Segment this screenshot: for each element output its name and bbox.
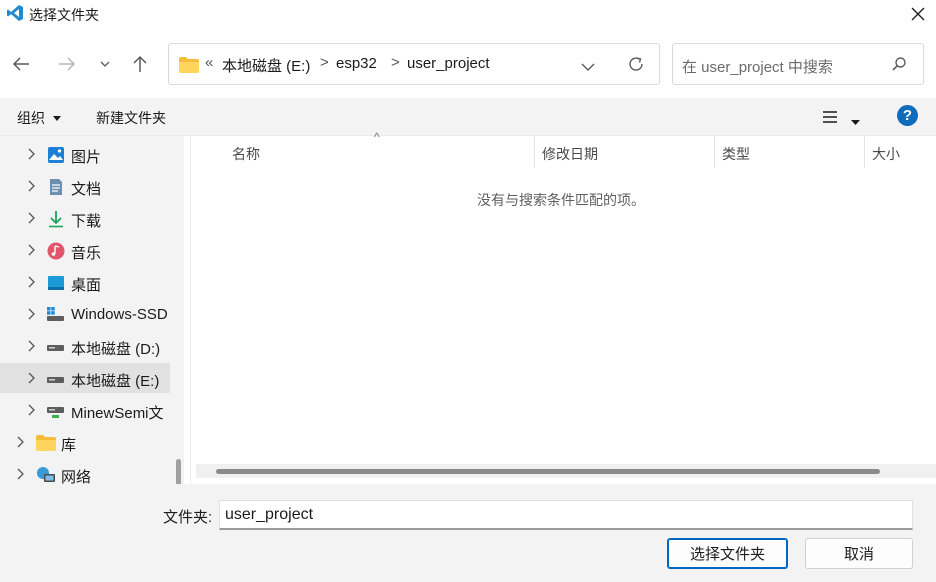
up-button[interactable] [128, 50, 152, 78]
folder-icon [179, 57, 199, 76]
horizontal-scrollbar[interactable] [196, 464, 936, 478]
view-dropdown-caret-icon[interactable] [851, 113, 860, 129]
sidebar-item-music[interactable]: 音乐 [0, 235, 170, 265]
library-folder-icon [36, 435, 56, 451]
overflow-chevron[interactable]: « [205, 54, 213, 71]
column-header-size[interactable]: 大小 [872, 144, 900, 164]
arrow-left-icon [12, 57, 29, 71]
sidebar-item-drive-d[interactable]: 本地磁盘 (D:) [0, 331, 170, 361]
chevron-right-icon[interactable] [26, 371, 36, 385]
back-button[interactable] [9, 50, 33, 78]
window-title: 选择文件夹 [29, 7, 99, 23]
sidebar-item-label: Windows-SSD [71, 306, 168, 323]
sidebar-item-documents[interactable]: 文档 [0, 171, 170, 201]
music-icon [47, 242, 65, 260]
chevron-right-icon[interactable] [15, 467, 25, 481]
sidebar-item-label: 库 [61, 437, 77, 454]
cancel-button[interactable]: 取消 [805, 538, 913, 569]
column-divider[interactable] [714, 136, 715, 168]
chevron-right-icon[interactable] [15, 435, 25, 449]
sidebar-item-pictures[interactable]: 图片 [0, 139, 170, 169]
dialog-footer: 文件夹: 选择文件夹 取消 [0, 484, 936, 582]
address-bar[interactable]: « 本地磁盘 (E:) > esp32 > user_project [168, 43, 660, 85]
chevron-right-icon[interactable] [26, 147, 36, 161]
sidebar-item-drive-e[interactable]: 本地磁盘 (E:) [0, 363, 170, 393]
chevron-right-icon[interactable] [26, 403, 36, 417]
desktop-icon [48, 276, 64, 290]
search-icon[interactable] [891, 56, 907, 75]
navigation-pane[interactable]: 图片 文档 下载 音乐 桌面 Windows-SSD 本地磁盘 (D:) 本地磁… [0, 136, 184, 484]
chevron-right-icon[interactable] [26, 243, 36, 257]
windows-drive-icon [47, 307, 64, 321]
sidebar-item-downloads[interactable]: 下载 [0, 203, 170, 233]
organize-label: 组织 [17, 110, 45, 126]
caret-down-icon [52, 116, 61, 122]
chevron-right-icon[interactable] [26, 179, 36, 193]
address-history-chevron-icon[interactable] [581, 59, 595, 75]
file-list[interactable]: ^ 名称 修改日期 类型 大小 没有与搜索条件匹配的项。 [190, 130, 936, 484]
column-divider[interactable] [534, 136, 535, 168]
sidebar-item-label: MinewSemi文 [71, 405, 164, 422]
folder-field-label: 文件夹: [163, 509, 213, 526]
new-folder-button[interactable]: 新建文件夹 [96, 108, 166, 128]
column-divider[interactable] [864, 136, 865, 168]
drive-icon [47, 377, 64, 383]
breadcrumb-drive-e[interactable]: 本地磁盘 (E:) [222, 55, 310, 76]
vscode-app-icon [6, 4, 24, 22]
sidebar-item-windows-ssd[interactable]: Windows-SSD [0, 299, 170, 329]
sort-ascending-icon: ^ [374, 130, 380, 144]
download-icon [49, 211, 63, 228]
breadcrumb-separator[interactable]: > [320, 54, 329, 71]
command-bar: 组织 新建文件夹 ? [0, 98, 936, 136]
view-options-button[interactable] [822, 110, 838, 127]
search-input[interactable]: 在 user_project 中搜索 [682, 56, 833, 77]
arrow-up-icon [133, 55, 147, 72]
network-icon [37, 467, 55, 482]
breadcrumb-esp32[interactable]: esp32 [336, 55, 377, 72]
sidebar-item-network[interactable]: 网络 [0, 459, 170, 484]
drive-icon [47, 345, 64, 351]
breadcrumb-separator[interactable]: > [391, 54, 400, 71]
select-folder-button[interactable]: 选择文件夹 [667, 538, 788, 569]
sidebar-item-label: 图片 [71, 149, 102, 166]
column-header-name[interactable]: 名称 [232, 144, 260, 164]
documents-icon [50, 179, 62, 195]
column-header-type[interactable]: 类型 [722, 144, 750, 164]
pictures-icon [48, 147, 64, 163]
title-bar: 选择文件夹 [0, 0, 936, 28]
empty-folder-message: 没有与搜索条件匹配的项。 [477, 192, 645, 208]
organize-menu[interactable]: 组织 [17, 108, 61, 128]
chevron-right-icon[interactable] [26, 307, 36, 321]
help-icon[interactable]: ? [897, 105, 918, 126]
column-header-date-modified[interactable]: 修改日期 [542, 144, 598, 164]
network-drive-icon [47, 407, 64, 418]
folder-name-input[interactable] [219, 500, 913, 530]
close-icon [911, 7, 925, 21]
recent-locations-button[interactable] [93, 50, 117, 78]
sidebar-scrollbar-thumb[interactable] [176, 459, 181, 484]
close-button[interactable] [900, 0, 936, 28]
sidebar-item-minewsemi[interactable]: MinewSemi文 [0, 395, 170, 425]
refresh-icon[interactable] [627, 55, 645, 76]
chevron-right-icon[interactable] [26, 275, 36, 289]
sidebar-item-libraries[interactable]: 库 [0, 427, 170, 457]
chevron-down-icon [100, 61, 110, 67]
sidebar-item-label: 网络 [61, 469, 92, 484]
sidebar-item-label: 下载 [71, 213, 102, 230]
search-box[interactable]: 在 user_project 中搜索 [672, 43, 924, 85]
list-view-icon [823, 111, 837, 123]
sidebar-item-label: 本地磁盘 (E:) [71, 373, 160, 390]
sidebar-item-label: 音乐 [71, 245, 102, 262]
arrow-right-icon [59, 57, 76, 71]
horizontal-scrollbar-thumb[interactable] [216, 469, 880, 474]
sidebar-item-label: 桌面 [71, 277, 102, 294]
breadcrumb-user-project[interactable]: user_project [407, 55, 490, 72]
chevron-right-icon[interactable] [26, 211, 36, 225]
sidebar-item-label: 本地磁盘 (D:) [71, 341, 161, 358]
chevron-right-icon[interactable] [26, 339, 36, 353]
sidebar-item-label: 文档 [71, 181, 102, 198]
sidebar-item-desktop[interactable]: 桌面 [0, 267, 170, 297]
forward-button[interactable] [55, 50, 79, 78]
